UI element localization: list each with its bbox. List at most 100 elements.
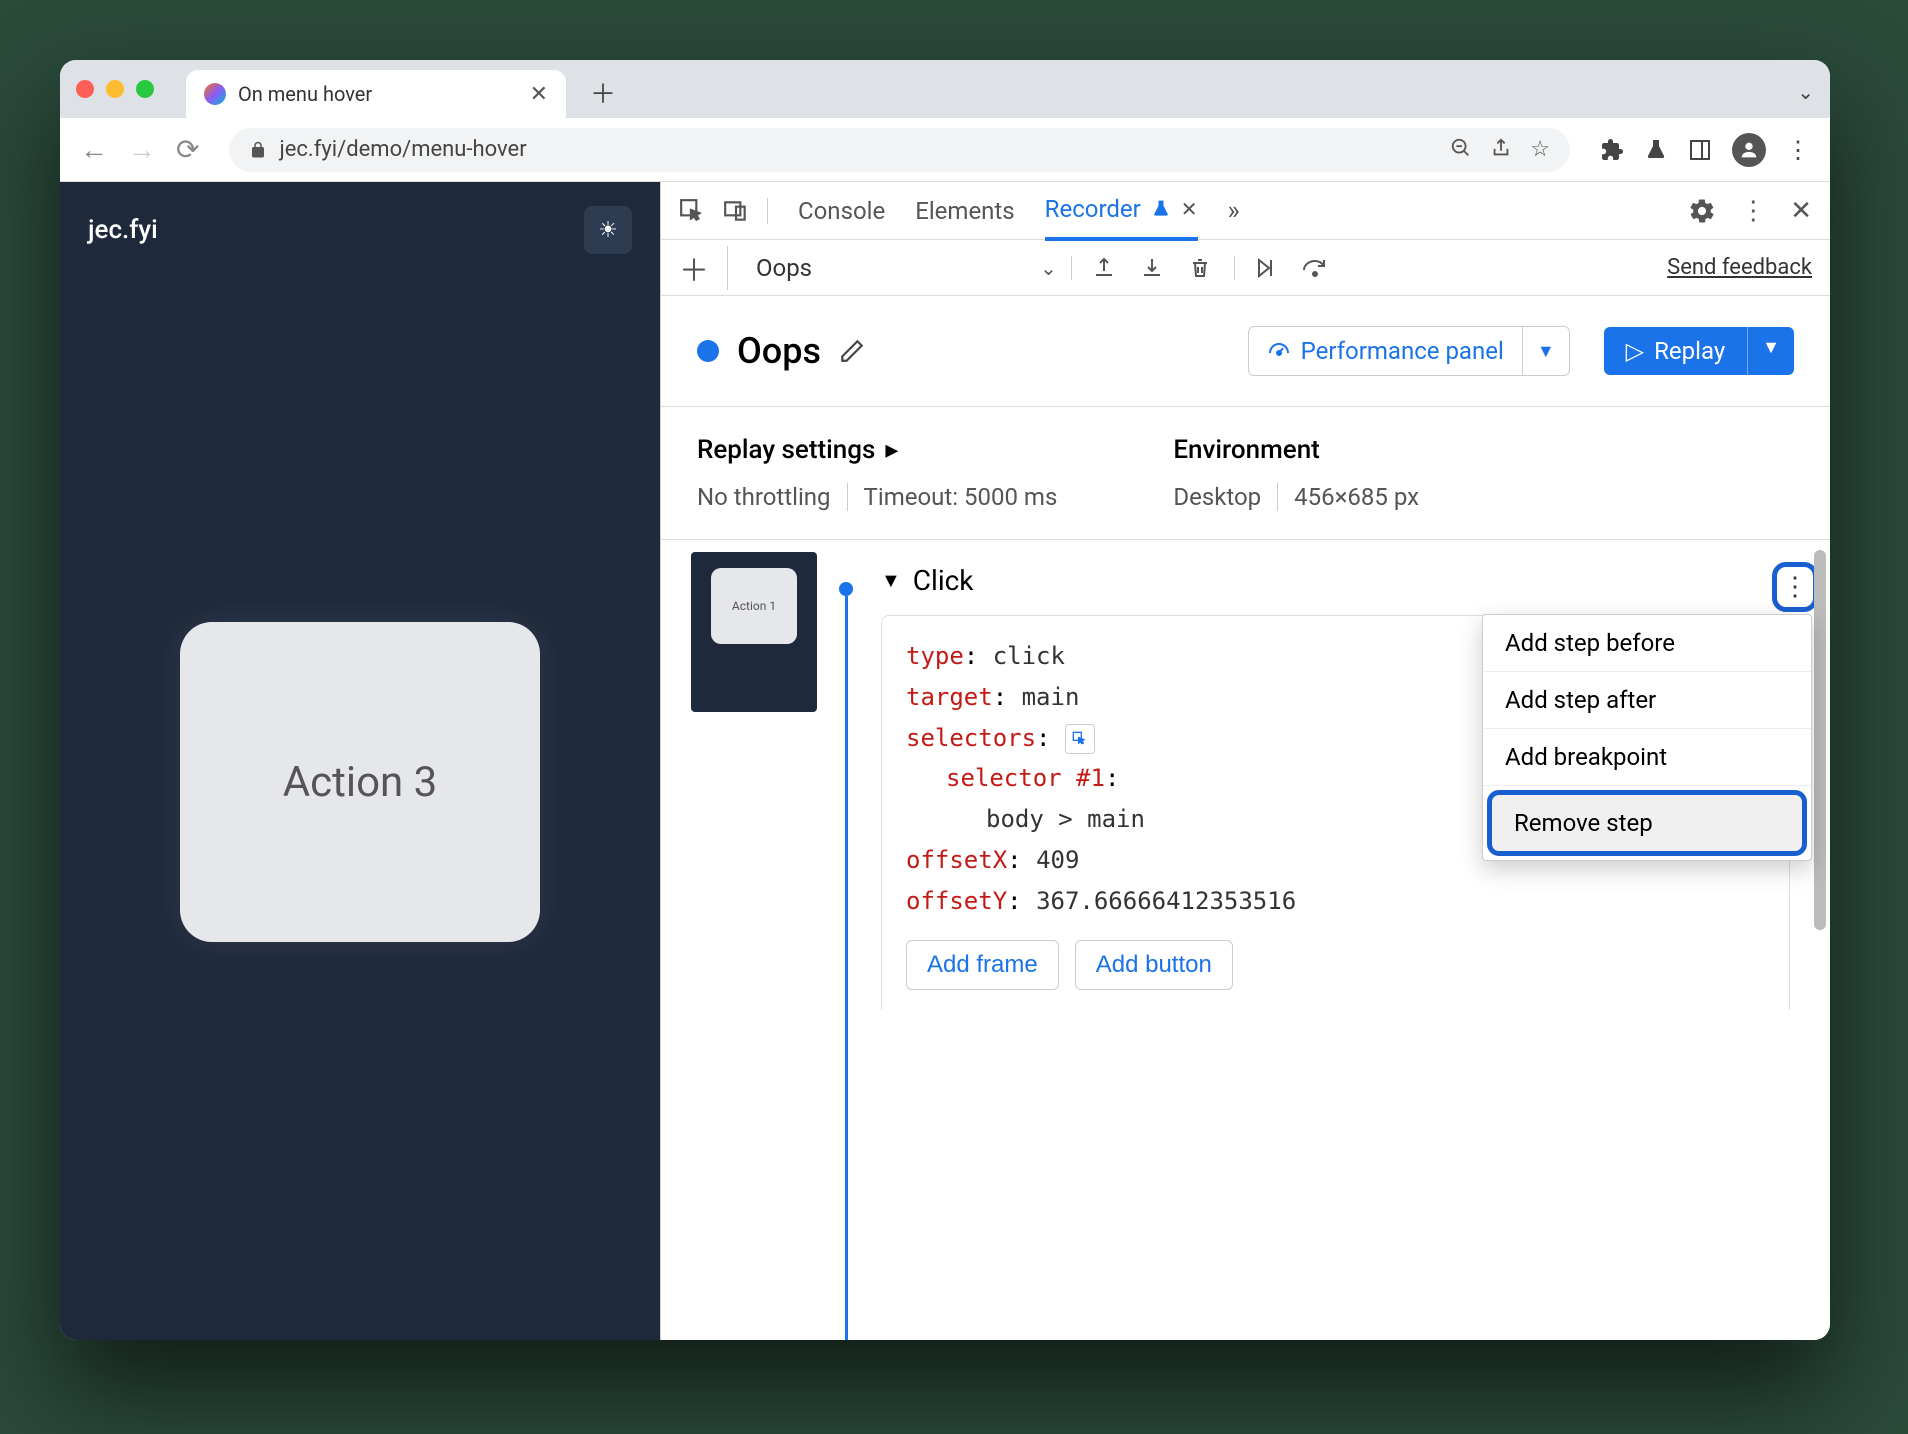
step-name: Click [913, 564, 974, 597]
tab-close-button[interactable]: ✕ [530, 82, 548, 107]
environment-heading: Environment [1173, 435, 1435, 465]
omnibox-icons: ☆ [1450, 137, 1550, 162]
recording-title: Oops [737, 330, 821, 372]
replay-button[interactable]: ▷ Replay ▼ [1604, 327, 1794, 375]
new-tab-button[interactable]: ＋ [590, 74, 616, 111]
step-menu-button[interactable]: ⋮ [1772, 562, 1818, 612]
continue-icon[interactable] [1234, 256, 1279, 280]
prop-key-offsety: offsetY [906, 887, 1007, 915]
import-icon[interactable] [1138, 256, 1166, 280]
export-icon[interactable] [1090, 256, 1118, 280]
recording-status-dot [697, 340, 719, 362]
zoom-icon[interactable] [1450, 137, 1472, 162]
devtools-tabs: Console Elements Recorder ✕ » ⋮ ✕ [661, 182, 1830, 240]
menu-add-breakpoint[interactable]: Add breakpoint [1483, 729, 1811, 786]
share-icon[interactable] [1490, 137, 1512, 162]
recording-header: Oops Performance panel ▼ ▷ [661, 296, 1830, 407]
prop-key-type: type [906, 642, 964, 670]
omnibox[interactable]: jec.fyi/demo/menu-hover ☆ [229, 128, 1570, 172]
menu-add-step-after[interactable]: Add step after [1483, 672, 1811, 729]
device-toggle-icon[interactable] [723, 198, 749, 224]
expand-caret-icon: ▸ [885, 435, 898, 465]
theme-toggle-button[interactable]: ☀ [584, 206, 632, 254]
timeline-line [845, 596, 848, 1340]
recorder-toolbar: ＋ Oops ⌄ [661, 240, 1830, 296]
replay-dropdown[interactable]: ▼ [1748, 327, 1794, 375]
prop-val-offsetx[interactable]: 409 [1036, 846, 1079, 874]
browser-menu-button[interactable]: ⋮ [1786, 136, 1810, 164]
selector-picker-icon[interactable] [1065, 724, 1095, 754]
prop-val-type[interactable]: click [993, 642, 1065, 670]
new-recording-button[interactable]: ＋ [679, 246, 728, 290]
scrollbar[interactable] [1814, 550, 1826, 930]
devtools-menu-button[interactable]: ⋮ [1740, 196, 1766, 226]
reload-button[interactable]: ⟳ [176, 133, 199, 166]
edit-title-button[interactable] [839, 338, 865, 364]
recording-selector-dropdown[interactable]: ⌄ [1040, 256, 1072, 280]
devtools-close-button[interactable]: ✕ [1790, 196, 1812, 226]
close-window-button[interactable] [76, 80, 94, 98]
tab-console[interactable]: Console [798, 183, 885, 239]
tab-elements[interactable]: Elements [915, 183, 1014, 239]
bookmark-star-icon[interactable]: ☆ [1530, 137, 1550, 162]
profile-avatar-icon[interactable] [1732, 133, 1766, 167]
step-thumbnail[interactable]: Action 1 [691, 552, 817, 712]
environment-settings: Environment Desktop 456×685 px [1173, 435, 1435, 511]
address-bar: ← → ⟳ jec.fyi/demo/menu-hover ☆ [60, 118, 1830, 182]
viewport-size-value: 456×685 px [1278, 483, 1435, 511]
tab-recorder-close[interactable]: ✕ [1181, 197, 1198, 221]
performance-panel-dropdown[interactable]: ▼ [1523, 331, 1569, 372]
back-button[interactable]: ← [80, 133, 108, 166]
delete-icon[interactable] [1186, 256, 1214, 280]
thumbnail-column: Action 1 [691, 552, 831, 1340]
prop-key-selector1: selector #1 [946, 764, 1105, 792]
performance-panel-label: Performance panel [1301, 337, 1504, 365]
send-feedback-link[interactable]: Send feedback [1667, 255, 1812, 280]
tabs-dropdown-button[interactable]: ⌄ [1797, 80, 1814, 104]
step-over-icon[interactable] [1299, 256, 1331, 280]
prop-val-target[interactable]: main [1022, 683, 1080, 711]
replay-label: Replay [1654, 337, 1725, 365]
extension-icons: ⋮ [1600, 133, 1810, 167]
sun-icon: ☀ [598, 218, 618, 243]
action-card[interactable]: Action 3 [180, 622, 540, 942]
recording-selector-name[interactable]: Oops [746, 254, 822, 282]
url-text: jec.fyi/demo/menu-hover [279, 137, 1438, 162]
prop-val-offsety[interactable]: 367.66666412353516 [1036, 887, 1296, 915]
step-detail: ▼ Click ⋮ Add step before Add step after… [861, 552, 1830, 1340]
gauge-icon [1267, 339, 1291, 363]
device-value: Desktop [1173, 483, 1278, 511]
forward-button[interactable]: → [128, 133, 156, 166]
tab-bar: On menu hover ✕ ＋ ⌄ [60, 60, 1830, 118]
reader-icon[interactable] [1688, 138, 1712, 162]
inspect-icon[interactable] [679, 198, 705, 224]
tab-recorder[interactable]: Recorder ✕ [1045, 182, 1198, 241]
timeline-dot [839, 582, 853, 596]
devtools-panel: Console Elements Recorder ✕ » ⋮ ✕ [660, 182, 1830, 1340]
menu-add-step-before[interactable]: Add step before [1483, 615, 1811, 672]
site-title: jec.fyi [88, 215, 158, 245]
prop-key-selectors: selectors [906, 724, 1036, 752]
labs-icon[interactable] [1644, 138, 1668, 162]
action-card-label: Action 3 [283, 758, 438, 807]
replay-settings-heading[interactable]: Replay settings ▸ [697, 435, 1073, 465]
extensions-icon[interactable] [1600, 138, 1624, 162]
browser-window: On menu hover ✕ ＋ ⌄ ← → ⟳ jec.fyi/demo/m… [60, 60, 1830, 1340]
prop-key-target: target [906, 683, 993, 711]
browser-tab[interactable]: On menu hover ✕ [186, 70, 566, 118]
minimize-window-button[interactable] [106, 80, 124, 98]
add-button-button[interactable]: Add button [1075, 940, 1233, 990]
step-header[interactable]: ▼ Click [881, 564, 1790, 597]
maximize-window-button[interactable] [136, 80, 154, 98]
add-frame-button[interactable]: Add frame [906, 940, 1059, 990]
more-tabs-button[interactable]: » [1228, 196, 1240, 226]
menu-remove-step[interactable]: Remove step [1487, 790, 1807, 856]
timeout-value: Timeout: 5000 ms [848, 483, 1074, 511]
flask-icon [1151, 199, 1171, 219]
prop-val-selector1[interactable]: body > main [986, 805, 1145, 833]
tab-title: On menu hover [238, 82, 518, 106]
settings-gear-icon[interactable] [1688, 197, 1716, 225]
step-context-menu: Add step before Add step after Add break… [1482, 614, 1812, 861]
prop-key-offsetx: offsetX [906, 846, 1007, 874]
performance-panel-button[interactable]: Performance panel ▼ [1248, 326, 1570, 376]
